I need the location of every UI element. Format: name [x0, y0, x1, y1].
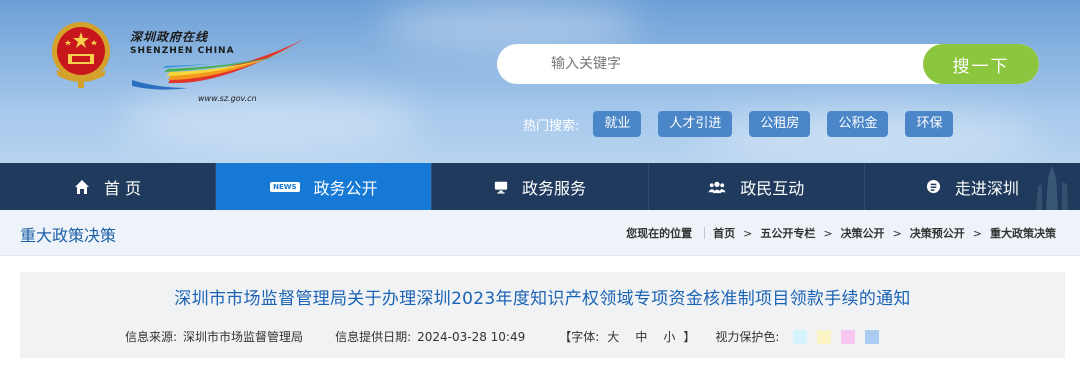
breadcrumb-separator: > — [892, 226, 902, 240]
eye-color-blue-swatch[interactable] — [865, 329, 880, 344]
breadcrumb-here-label: 您现在的位置 — [626, 227, 693, 240]
breadcrumb-item-decision-open[interactable]: 决策公开 — [841, 225, 885, 241]
search-box: 搜一下 — [497, 44, 1039, 84]
font-size-label: 【字体: — [559, 330, 600, 344]
breadcrumb: 您现在的位置 首页 > 五公开专栏 > 决策公开 > 决策预公开 > 重大政策决… — [626, 225, 1056, 241]
breadcrumb-divider — [704, 227, 706, 239]
people-icon — [708, 180, 726, 194]
logo-chinese-name: 深圳政府在线 — [130, 30, 209, 44]
breadcrumb-item-home[interactable]: 首页 — [713, 225, 735, 241]
nav-item-home[interactable]: 首 页 — [0, 163, 217, 210]
hot-tag-rencai[interactable]: 人才引进 — [658, 111, 733, 137]
breadcrumb-separator: > — [823, 226, 833, 240]
nav-item-public-interaction[interactable]: 政民互动 — [649, 163, 865, 210]
breadcrumb-separator: > — [972, 226, 982, 240]
hot-tag-gongjijin[interactable]: 公积金 — [827, 111, 889, 137]
nav-item-label: 政民互动 — [740, 178, 805, 198]
hot-search-label: 热门搜索: — [523, 118, 580, 134]
monitor-icon — [494, 180, 508, 194]
breadcrumb-bar: 重大政策决策 您现在的位置 首页 > 五公开专栏 > 决策公开 > 决策预公开 … — [0, 210, 1080, 256]
nav-item-enter-shenzhen[interactable]: 走进深圳 — [865, 163, 1080, 210]
logo-url: www.sz.gov.cn — [198, 94, 257, 103]
article-header: 深圳市市场监督管理局关于办理深圳2023年度知识产权领域专项资金核准制项目领款手… — [20, 272, 1065, 358]
section-title: 重大政策决策 — [20, 226, 117, 245]
hot-search: 热门搜索: 就业 人才引进 公租房 公积金 环保 — [523, 111, 970, 137]
eye-color-pink-swatch[interactable] — [841, 329, 856, 344]
font-size-close: 】 — [683, 330, 696, 344]
main-nav: 首 页 NEWS 政务公开 政务服务 政民互动 走进深圳 — [0, 163, 1080, 210]
hot-tag-jiuye[interactable]: 就业 — [593, 111, 642, 137]
site-header: 深圳政府在线 SHENZHEN CHINA www.sz.gov.cn 搜一下 … — [0, 0, 1080, 163]
logo-text: 深圳政府在线 SHENZHEN CHINA — [130, 28, 235, 56]
breadcrumb-item-five-open[interactable]: 五公开专栏 — [760, 225, 815, 241]
breadcrumb-item-decision-pre-open[interactable]: 决策预公开 — [910, 225, 965, 241]
font-size-small-button[interactable]: 小 — [663, 328, 675, 345]
nav-item-government-affairs-open[interactable]: NEWS 政务公开 — [216, 163, 433, 210]
breadcrumb-item-major-policy[interactable]: 重大政策决策 — [990, 225, 1056, 241]
nav-item-government-services[interactable]: 政务服务 — [432, 163, 649, 210]
source-value: 深圳市市场监督管理局 — [183, 330, 304, 344]
logo-english-name: SHENZHEN CHINA — [130, 46, 235, 56]
search-button[interactable]: 搜一下 — [923, 44, 1039, 84]
search-input[interactable] — [497, 44, 927, 84]
eye-color-cyan-swatch[interactable] — [793, 329, 808, 344]
nav-item-label: 政务服务 — [522, 178, 587, 198]
date-label: 信息提供日期: — [335, 330, 412, 344]
eye-color-yellow-swatch[interactable] — [817, 329, 832, 344]
article-meta: 信息来源: 深圳市市场监督管理局 信息提供日期: 2024-03-28 10:4… — [125, 328, 880, 345]
nav-item-label: 走进深圳 — [954, 178, 1019, 198]
info-icon — [926, 179, 941, 194]
breadcrumb-separator: > — [743, 226, 753, 240]
site-logo[interactable]: 深圳政府在线 SHENZHEN CHINA www.sz.gov.cn — [50, 18, 306, 103]
nav-item-label: 首 页 — [104, 178, 142, 198]
article-title: 深圳市市场监督管理局关于办理深圳2023年度知识产权领域专项资金核准制项目领款手… — [174, 289, 911, 309]
skyscraper-icon — [1036, 166, 1069, 210]
date-value: 2024-03-28 10:49 — [417, 329, 526, 344]
nav-item-label: 政务公开 — [313, 178, 378, 198]
font-size-medium-button[interactable]: 中 — [635, 328, 647, 345]
eye-protection-label: 视力保护色: — [715, 330, 780, 344]
hot-tag-gongzufang[interactable]: 公租房 — [749, 111, 811, 137]
font-size-large-button[interactable]: 大 — [607, 328, 619, 345]
national-emblem-icon — [52, 22, 110, 88]
source-label: 信息来源: — [125, 330, 178, 344]
news-icon: NEWS — [270, 181, 300, 192]
hot-tag-huanbao[interactable]: 环保 — [905, 111, 954, 137]
home-icon — [74, 179, 90, 195]
